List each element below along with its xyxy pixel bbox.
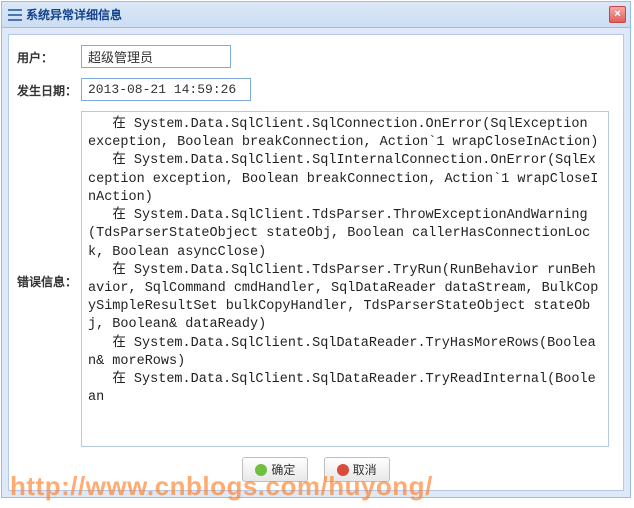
error-row: 错误信息： 在 System.Data.SqlClient.SqlConnect… — [17, 111, 615, 447]
exception-dialog: 系统异常详细信息 × 用户： 发生日期： 错误信息： 在 System.Data… — [1, 1, 631, 498]
ok-button[interactable]: 确定 — [242, 457, 308, 482]
date-label: 发生日期： — [17, 78, 81, 99]
cancel-icon — [337, 464, 349, 476]
dialog-titlebar[interactable]: 系统异常详细信息 × — [2, 2, 630, 28]
date-field[interactable] — [81, 78, 251, 101]
ok-label: 确定 — [271, 463, 295, 477]
check-icon — [255, 464, 267, 476]
user-field[interactable] — [81, 45, 231, 68]
error-label: 错误信息： — [17, 269, 81, 290]
cancel-label: 取消 — [353, 463, 377, 477]
dialog-body: 用户： 发生日期： 错误信息： 在 System.Data.SqlClient.… — [2, 28, 630, 497]
user-row: 用户： — [17, 45, 615, 68]
user-label: 用户： — [17, 45, 81, 66]
cancel-button[interactable]: 取消 — [324, 457, 390, 482]
error-textarea[interactable]: 在 System.Data.SqlClient.SqlConnection.On… — [81, 111, 609, 447]
close-icon: × — [614, 8, 620, 20]
form-panel: 用户： 发生日期： 错误信息： 在 System.Data.SqlClient.… — [8, 34, 624, 491]
close-button[interactable]: × — [609, 6, 626, 23]
dialog-title: 系统异常详细信息 — [26, 6, 122, 23]
button-bar: 确定 取消 — [17, 451, 615, 484]
date-row: 发生日期： — [17, 78, 615, 101]
app-icon — [8, 9, 22, 21]
